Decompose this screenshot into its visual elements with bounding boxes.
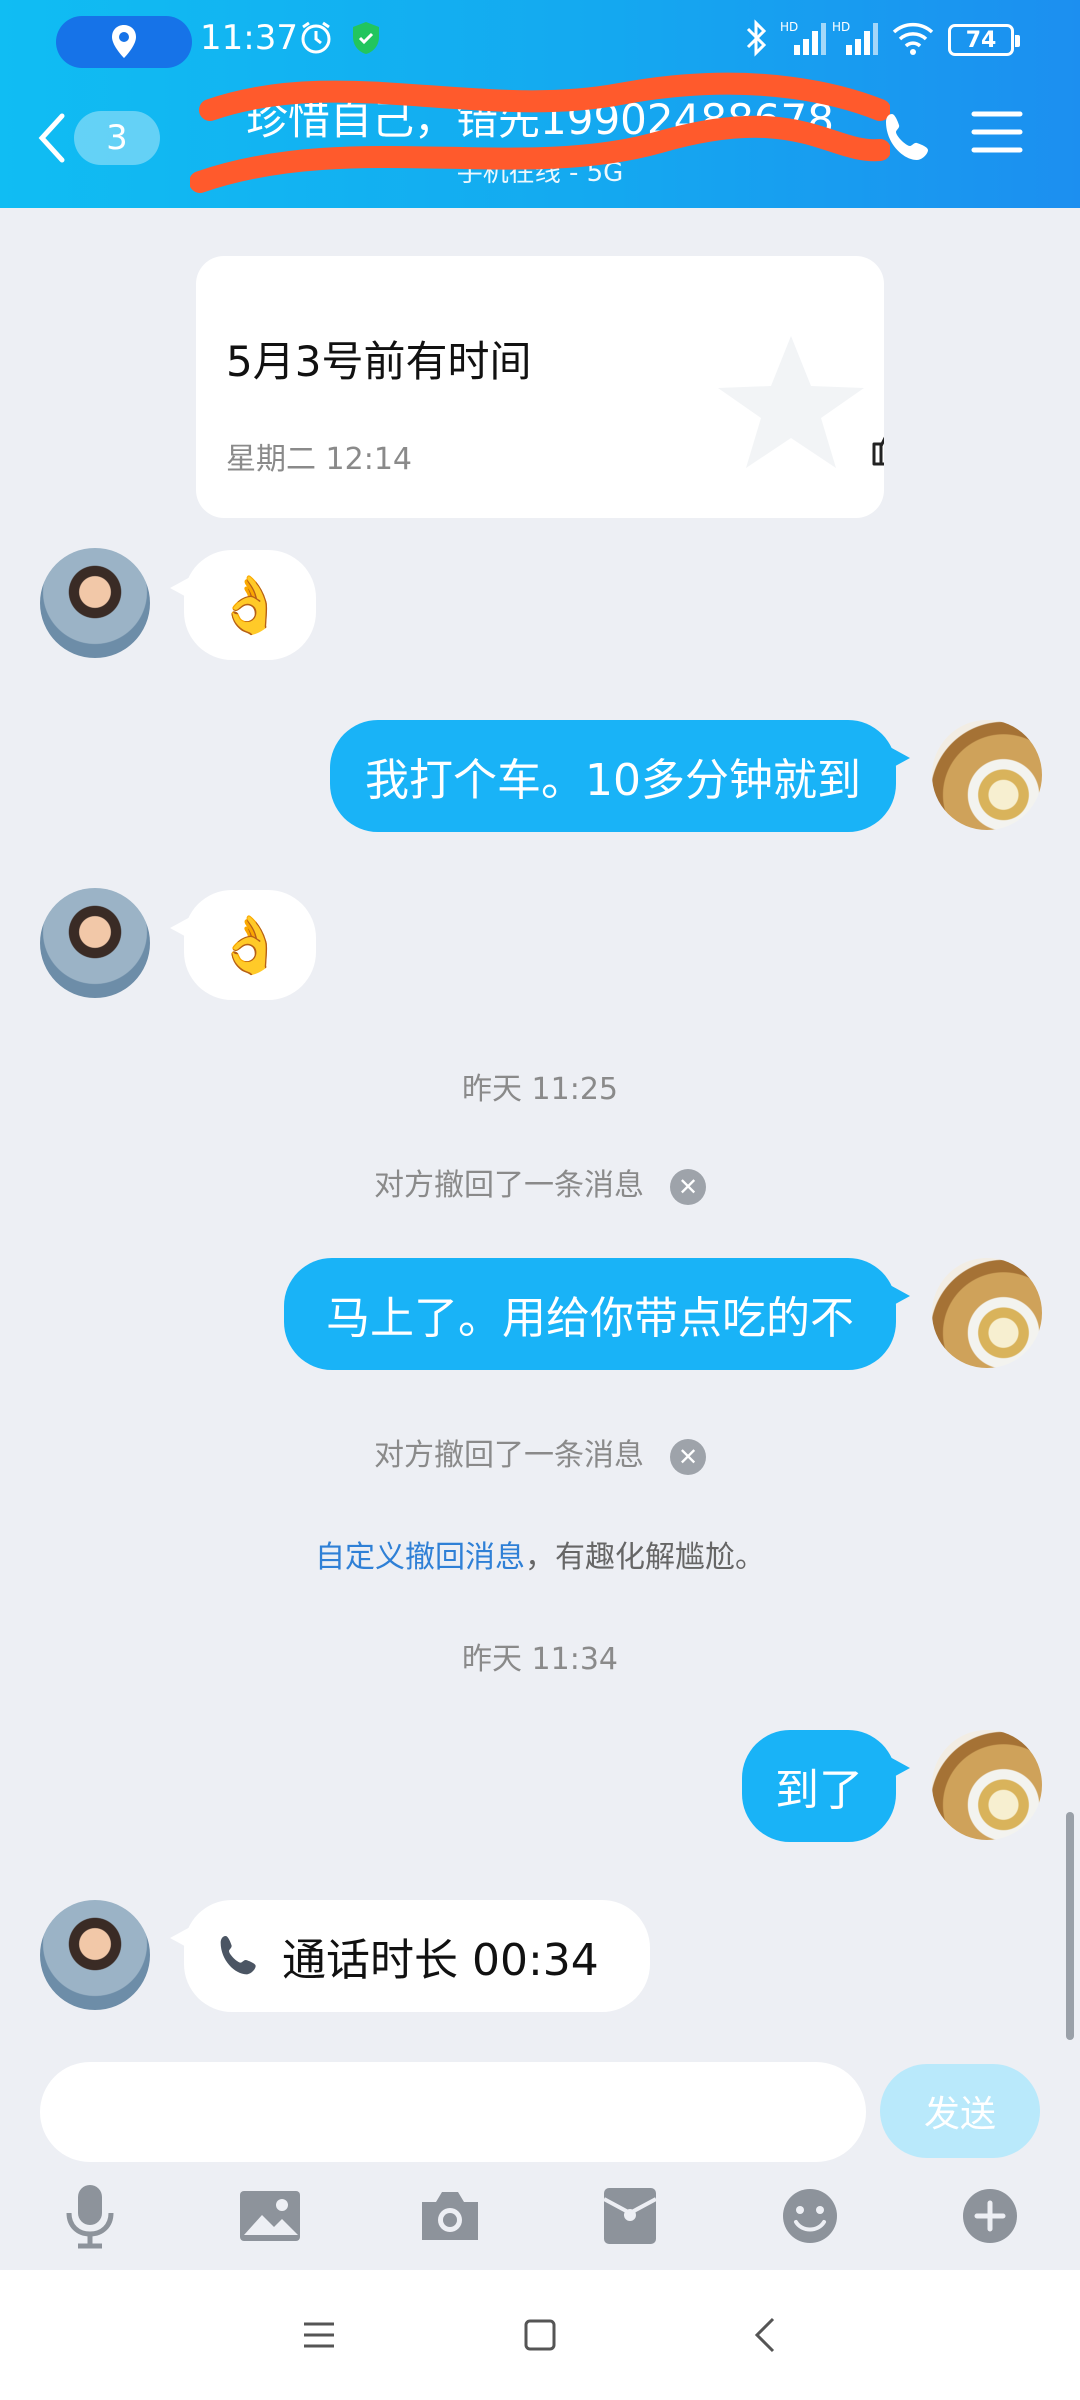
- outgoing-message-bubble[interactable]: 马上了。用给你带点吃的不: [284, 1258, 910, 1370]
- message-timestamp: 昨天 11:34: [462, 1642, 618, 1677]
- recall-notice: 对方撤回了一条消息 ✕: [0, 1430, 1080, 1475]
- send-button[interactable]: 发送: [880, 2064, 1040, 2158]
- chat-header: 11:37 HD HD 74 3 珍惜自己，错先19902488678 手机在线…: [0, 0, 1080, 208]
- wifi-icon: [890, 18, 936, 58]
- card-date: 星期二 12:14: [226, 442, 412, 477]
- contact-avatar[interactable]: [40, 888, 150, 998]
- phone-icon: [886, 114, 928, 160]
- unread-count-badge: 3: [74, 111, 160, 165]
- thumbs-up-icon: [872, 436, 884, 466]
- ok-hand-emoji: 👌: [215, 913, 285, 978]
- emoji-button[interactable]: [774, 2180, 846, 2252]
- recall-notice: 对方撤回了一条消息 ✕: [0, 1160, 1080, 1205]
- hd-badge-1: HD: [780, 20, 798, 34]
- my-avatar[interactable]: [932, 1730, 1042, 1840]
- message-timestamp: 昨天 11:25: [462, 1072, 618, 1107]
- image-icon: [240, 2191, 300, 2241]
- voice-call-button[interactable]: [878, 108, 938, 168]
- message-text: 马上了。用给你带点吃的不: [326, 1293, 854, 1344]
- location-pin-icon: [112, 25, 136, 58]
- back-button[interactable]: 3: [36, 104, 166, 172]
- message-text: 我打个车。10多分钟就到: [365, 755, 861, 806]
- recall-text: 对方撤回了一条消息: [374, 1438, 644, 1473]
- message-input[interactable]: [40, 2062, 866, 2162]
- phone-icon: [220, 1936, 256, 1975]
- status-bar: 11:37 HD HD 74: [0, 0, 1080, 80]
- contact-avatar[interactable]: [40, 1900, 150, 2010]
- hamburger-menu-icon: [971, 111, 1023, 153]
- chat-title-block[interactable]: 珍惜自己，错先19902488678 手机在线 - 5G: [200, 90, 880, 189]
- microphone-icon: [66, 2185, 114, 2249]
- custom-recall-link[interactable]: 自定义撤回消息: [315, 1540, 525, 1575]
- red-packet-button[interactable]: [594, 2180, 666, 2252]
- incoming-emoji-bubble[interactable]: 👌: [170, 550, 316, 660]
- plus-icon: [963, 2189, 1017, 2243]
- alarm-clock-icon: [296, 18, 336, 58]
- ok-hand-emoji: 👌: [215, 573, 285, 638]
- outgoing-message-bubble[interactable]: 我打个车。10多分钟就到: [330, 720, 910, 832]
- image-button[interactable]: [234, 2180, 306, 2252]
- my-avatar[interactable]: [932, 720, 1042, 830]
- call-record-bubble[interactable]: 通话时长 00:34: [170, 1900, 650, 2012]
- contact-avatar[interactable]: [40, 548, 150, 658]
- chat-title: 珍惜自己，错先19902488678: [246, 95, 834, 144]
- more-button[interactable]: [954, 2180, 1026, 2252]
- tip-text: ，有趣化解尴尬。: [525, 1540, 765, 1575]
- close-icon[interactable]: ✕: [670, 1168, 706, 1205]
- chat-online-status: 手机在线 - 5G: [456, 158, 624, 188]
- battery-indicator: 74: [948, 24, 1020, 56]
- nav-back-button[interactable]: [730, 2300, 800, 2370]
- status-time: 11:37: [200, 18, 298, 58]
- location-indicator[interactable]: [56, 16, 192, 68]
- system-navigation-bar: [0, 2270, 1080, 2400]
- card-watermark: [718, 336, 864, 468]
- incoming-emoji-bubble[interactable]: 👌: [170, 890, 316, 1000]
- emoji-icon: [783, 2189, 837, 2243]
- card-like-button[interactable]: 3: [868, 424, 884, 468]
- nav-home-button[interactable]: [505, 2300, 575, 2370]
- hd-badge-2: HD: [832, 20, 850, 34]
- message-text: 到了: [775, 1765, 863, 1816]
- my-avatar[interactable]: [932, 1258, 1042, 1368]
- signal-icon-2: HD: [830, 18, 880, 58]
- chat-menu-button[interactable]: [970, 108, 1032, 168]
- chat-scrollbar[interactable]: [1066, 1812, 1074, 2040]
- recall-customize-tip: 自定义撤回消息，有趣化解尴尬。: [0, 1532, 1080, 1576]
- camera-icon: [422, 2192, 478, 2240]
- nav-menu-button[interactable]: [284, 2300, 354, 2370]
- signal-icon: HD: [778, 18, 828, 58]
- nav-back-icon: [754, 2317, 775, 2353]
- call-duration-text: 通话时长 00:34: [282, 1935, 599, 1986]
- composer-toolbar: [0, 2176, 1080, 2266]
- card-text: 5月3号前有时间: [226, 337, 532, 386]
- red-packet-icon: [603, 2188, 657, 2244]
- outgoing-message-bubble[interactable]: 到了: [742, 1730, 910, 1842]
- bluetooth-icon: [736, 18, 776, 58]
- nav-home-icon: [524, 2319, 556, 2351]
- close-icon[interactable]: ✕: [670, 1438, 706, 1475]
- composer: 发送: [0, 2050, 1080, 2170]
- voice-button[interactable]: [54, 2180, 126, 2252]
- shield-icon: [346, 18, 386, 58]
- recall-text: 对方撤回了一条消息: [374, 1168, 644, 1203]
- nav-menu-icon: [304, 2322, 334, 2348]
- chevron-left-icon: [38, 113, 65, 163]
- shared-post-card[interactable]: 5月3号前有时间 星期二 12:14 3 0: [196, 256, 884, 518]
- camera-button[interactable]: [414, 2180, 486, 2252]
